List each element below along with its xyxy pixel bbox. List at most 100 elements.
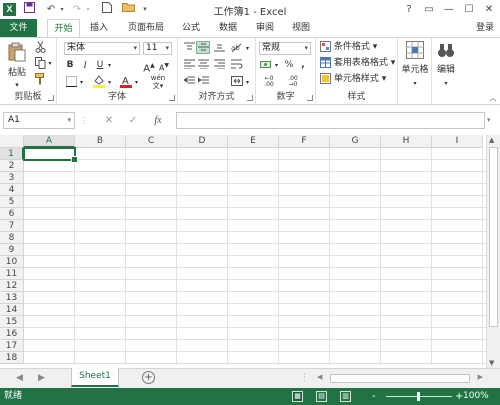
new-sheet-button[interactable]: + — [142, 371, 155, 384]
column-header-f[interactable]: F — [279, 135, 330, 148]
align-left-icon[interactable] — [182, 59, 196, 74]
page-layout-view-icon[interactable]: ▤ — [316, 391, 327, 402]
tab-file[interactable]: 文件 — [0, 19, 37, 38]
cell-styles-button[interactable]: 单元格样式 ▾ — [320, 73, 396, 86]
editing-button[interactable]: 编辑 ▾ — [432, 41, 460, 91]
align-middle-icon[interactable] — [196, 41, 210, 54]
paste-button[interactable]: 粘贴 — [5, 42, 29, 78]
copy-dropdown-icon[interactable]: ▾ — [46, 57, 54, 70]
font-name-select[interactable]: 宋体 ▾ — [64, 42, 140, 55]
tab-formulas[interactable]: 公式 — [176, 19, 206, 38]
scroll-left-icon[interactable]: ◀ — [317, 373, 322, 381]
tab-review[interactable]: 审阅 — [250, 19, 280, 38]
tab-home[interactable]: 开始 — [47, 19, 80, 38]
align-bottom-icon[interactable] — [212, 42, 226, 57]
row-header-9[interactable]: 9 — [0, 244, 24, 256]
scroll-right-icon[interactable]: ▶ — [478, 373, 483, 381]
enter-button[interactable]: ✓ — [126, 112, 140, 129]
number-launcher-icon[interactable] — [307, 95, 313, 101]
cut-icon[interactable] — [33, 41, 47, 58]
row-header-5[interactable]: 5 — [0, 196, 24, 208]
row-header-12[interactable]: 12 — [0, 280, 24, 292]
tab-view[interactable]: 视图 — [286, 19, 316, 38]
orientation-icon[interactable]: ab — [230, 42, 244, 58]
scroll-up-icon[interactable]: ▲ — [489, 136, 494, 144]
maximize-button[interactable]: ☐ — [460, 2, 478, 17]
alignment-launcher-icon[interactable] — [247, 95, 253, 101]
shrink-font-button[interactable]: A▼ — [158, 59, 170, 75]
decrease-decimal-icon[interactable]: .00 →0 — [283, 76, 303, 88]
column-header-b[interactable]: B — [75, 135, 126, 148]
row-header-13[interactable]: 13 — [0, 292, 24, 304]
scroll-down-icon[interactable]: ▼ — [489, 359, 494, 367]
select-all-button[interactable] — [0, 135, 24, 148]
increase-decimal-icon[interactable]: ←0.00 — [259, 76, 279, 88]
grow-font-button[interactable]: A▲ — [143, 59, 155, 75]
font-size-select[interactable]: 11 ▾ — [143, 42, 172, 55]
worksheet-grid[interactable]: ABCDEFGHI 1 2 3 4 5 6 7 8 9 10 11 12 13 14 15 16 17 18 — [0, 135, 486, 365]
percent-button[interactable]: % — [283, 59, 295, 72]
row-header-8[interactable]: 8 — [0, 232, 24, 244]
tab-data[interactable]: 数据 — [213, 19, 243, 38]
row-header-2[interactable]: 2 — [0, 160, 24, 172]
sheet-prev-icon[interactable]: ◀ — [16, 373, 23, 383]
orientation-dropdown-icon[interactable]: ▾ — [244, 42, 251, 55]
font-color-dropdown-icon[interactable]: ▾ — [133, 76, 140, 89]
sheet-next-icon[interactable]: ▶ — [38, 373, 45, 383]
active-cell[interactable] — [23, 147, 78, 163]
format-painter-icon[interactable] — [33, 73, 47, 90]
help-button[interactable]: ? — [400, 2, 418, 17]
borders-dropdown-icon[interactable]: ▾ — [78, 76, 85, 89]
zoom-out-button[interactable]: - — [372, 388, 376, 405]
merge-dropdown-icon[interactable]: ▾ — [244, 76, 251, 89]
column-header-d[interactable]: D — [177, 135, 228, 148]
comma-button[interactable]: , — [297, 59, 309, 72]
italic-button[interactable]: I — [79, 59, 91, 72]
wrap-text-icon[interactable] — [230, 59, 244, 74]
align-center-icon[interactable] — [196, 59, 210, 74]
cells-button[interactable]: 单元格 ▾ — [400, 41, 430, 91]
sign-in-link[interactable]: 登录 — [476, 19, 494, 38]
normal-view-icon[interactable]: ▦ — [292, 391, 303, 402]
ribbon-display-button[interactable]: ▭ — [420, 2, 438, 17]
close-button[interactable]: ✕ — [480, 2, 498, 17]
column-header-c[interactable]: C — [126, 135, 177, 148]
row-header-15[interactable]: 15 — [0, 316, 24, 328]
number-format-select[interactable]: 常规 ▾ — [259, 42, 311, 55]
tab-insert[interactable]: 插入 — [84, 19, 114, 38]
column-header-e[interactable]: E — [228, 135, 279, 148]
row-header-7[interactable]: 7 — [0, 220, 24, 232]
format-as-table-button[interactable]: 套用表格格式 ▾ — [320, 57, 396, 70]
cancel-button[interactable]: ✕ — [102, 112, 116, 129]
tab-page-layout[interactable]: 页面布局 — [121, 19, 171, 38]
copy-icon[interactable] — [33, 57, 47, 74]
column-header-h[interactable]: H — [381, 135, 432, 148]
row-header-14[interactable]: 14 — [0, 304, 24, 316]
bold-button[interactable]: B — [64, 59, 76, 72]
expand-formula-icon[interactable]: ▾ — [487, 116, 491, 124]
accounting-dropdown-icon[interactable]: ▾ — [273, 59, 280, 72]
font-launcher-icon[interactable] — [169, 95, 175, 101]
row-header-4[interactable]: 4 — [0, 184, 24, 196]
horizontal-scrollbar[interactable]: ◀ ▶ — [315, 373, 485, 384]
row-header-6[interactable]: 6 — [0, 208, 24, 220]
zoom-slider-thumb[interactable] — [417, 392, 420, 401]
row-header-16[interactable]: 16 — [0, 328, 24, 340]
tab-splitter-icon[interactable]: ⋮ — [300, 373, 309, 383]
horizontal-scroll-thumb[interactable] — [330, 374, 470, 383]
collapse-ribbon-icon[interactable]: ︿ — [488, 92, 498, 105]
underline-button[interactable]: U — [94, 59, 106, 72]
row-header-18[interactable]: 18 — [0, 352, 24, 364]
fill-color-dropdown-icon[interactable]: ▾ — [106, 76, 113, 89]
accounting-format-icon[interactable] — [259, 59, 273, 75]
sheet-tab-sheet1[interactable]: Sheet1 — [71, 368, 119, 387]
name-box[interactable]: A1 ▾ — [3, 112, 75, 129]
row-header-11[interactable]: 11 — [0, 268, 24, 280]
row-header-10[interactable]: 10 — [0, 256, 24, 268]
phonetic-button[interactable]: wén 文▾ — [147, 74, 169, 90]
cells-area[interactable] — [24, 148, 486, 365]
insert-function-button[interactable]: fx — [150, 112, 166, 129]
vertical-scroll-thumb[interactable] — [489, 147, 498, 327]
page-break-view-icon[interactable]: ▥ — [340, 391, 351, 402]
align-right-icon[interactable] — [212, 59, 226, 74]
